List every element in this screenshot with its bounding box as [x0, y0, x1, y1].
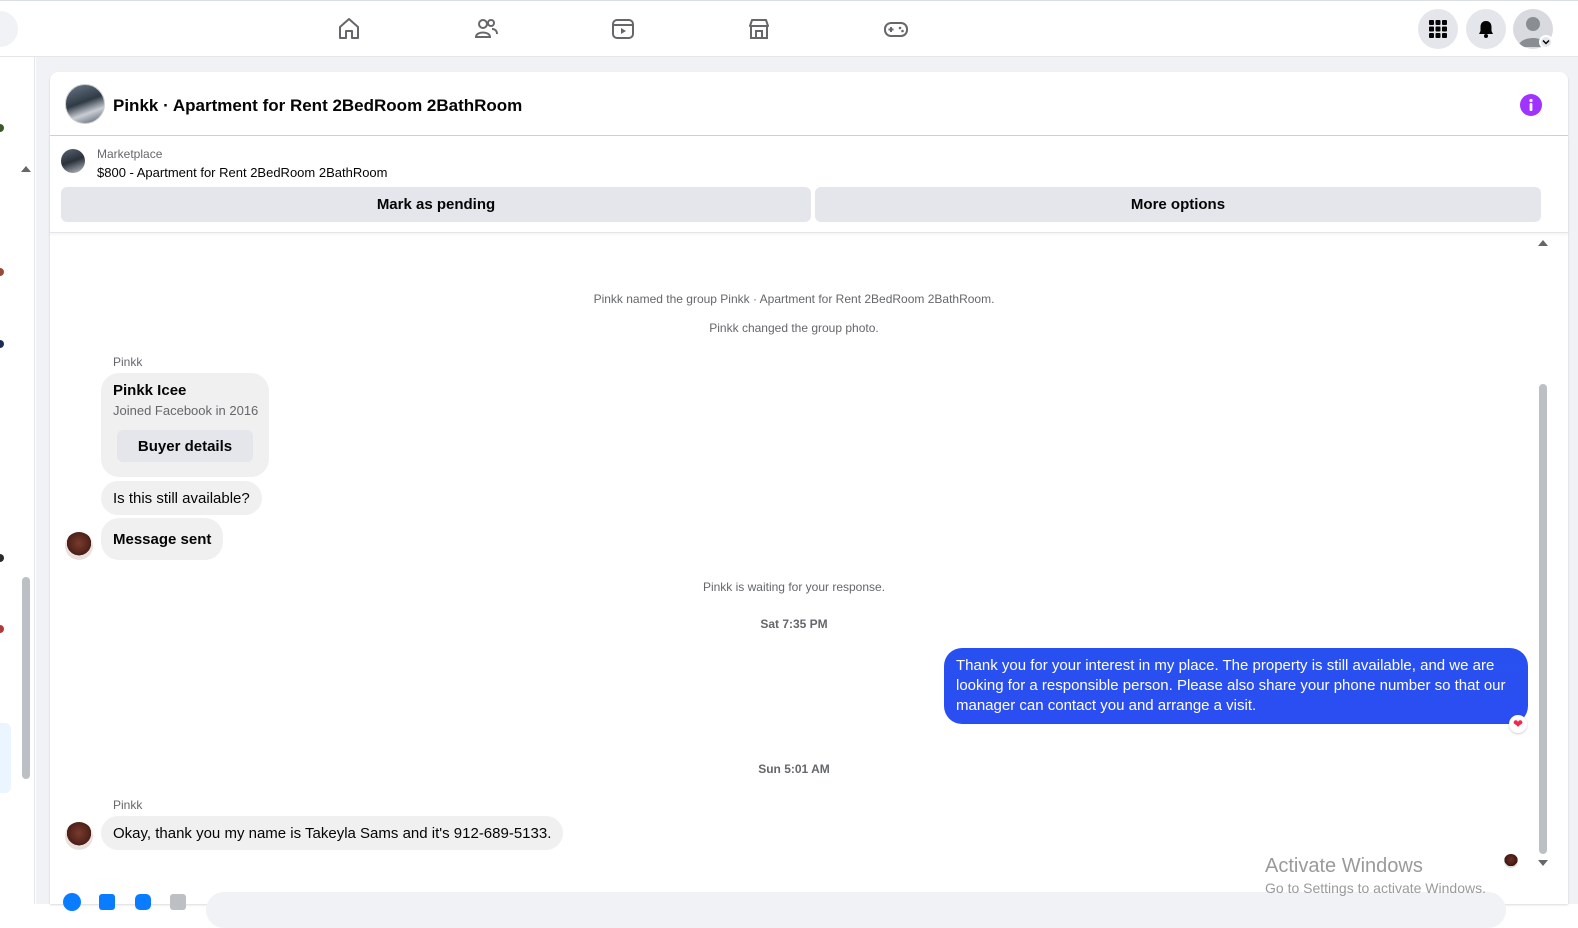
system-message: Pinkk changed the group photo. [709, 321, 879, 335]
chat-avatar[interactable] [0, 554, 4, 562]
gif-icon[interactable] [168, 892, 188, 912]
scroll-up-arrow-icon[interactable] [1538, 240, 1548, 246]
watermark-subtitle: Go to Settings to activate Windows. [1265, 880, 1486, 896]
buyer-name: Pinkk Icee [113, 382, 187, 399]
buyer-details-button[interactable]: Buyer details [117, 430, 253, 462]
group-photo[interactable] [65, 84, 105, 124]
rail-scroll-up-icon[interactable] [21, 166, 31, 172]
windows-activation-watermark: Activate Windows Go to Settings to activ… [1265, 855, 1486, 896]
top-navigation-bar [0, 0, 1578, 57]
waiting-notice: Pinkk is waiting for your response. [702, 580, 886, 594]
message-thread: Pinkk named the group Pinkk · Apartment … [50, 234, 1568, 904]
conversation-header: Pinkk · Apartment for Rent 2BedRoom 2Bat… [50, 72, 1568, 136]
timestamp: Sun 5:01 AM [758, 762, 830, 776]
thread-scrollbar-thumb[interactable] [1539, 384, 1547, 854]
incoming-message[interactable]: Is this still available? [101, 481, 262, 515]
sticker-icon[interactable] [133, 892, 153, 912]
more-options-button[interactable]: More options [815, 187, 1541, 222]
notifications-bell-icon[interactable] [1466, 9, 1506, 49]
plus-actions-icon[interactable] [62, 892, 82, 912]
marketplace-icon[interactable] [745, 15, 773, 43]
mark-as-pending-button[interactable]: Mark as pending [61, 187, 811, 222]
timestamp: Sat 7:35 PM [760, 617, 828, 631]
conversation-panel: Pinkk · Apartment for Rent 2BedRoom 2Bat… [50, 72, 1568, 928]
image-attach-icon[interactable] [97, 892, 117, 912]
buyer-joined-date: Joined Facebook in 2016 [113, 403, 259, 418]
message-input[interactable] [206, 892, 1506, 928]
incoming-message[interactable]: Okay, thank you my name is Takeyla Sams … [101, 816, 564, 850]
selected-chat-highlight [0, 723, 11, 793]
rail-scrollbar[interactable] [22, 577, 30, 779]
watermark-title: Activate Windows [1265, 855, 1423, 877]
incoming-message[interactable]: Message sent [101, 518, 224, 560]
marketplace-listing-banner: Marketplace $800 - Apartment for Rent 2B… [50, 137, 1568, 233]
gaming-icon[interactable] [882, 15, 910, 43]
chat-avatar[interactable] [0, 124, 4, 132]
sender-avatar[interactable] [65, 822, 93, 850]
menu-grid-icon[interactable] [1418, 9, 1458, 49]
heart-reaction-icon[interactable]: ❤ [1509, 715, 1527, 733]
listing-price-title[interactable]: $800 - Apartment for Rent 2BedRoom 2Bath… [97, 165, 388, 180]
message-sender-name: Pinkk [113, 798, 143, 812]
info-icon[interactable] [1520, 94, 1542, 116]
chat-avatar[interactable] [0, 625, 4, 633]
read-receipt-avatar [1504, 854, 1518, 868]
home-icon[interactable] [335, 15, 363, 43]
listing-source-label: Marketplace [97, 147, 163, 161]
sender-avatar[interactable] [65, 532, 93, 560]
account-menu-chevron-down-icon[interactable] [1539, 35, 1553, 49]
search-button[interactable] [0, 11, 18, 47]
scroll-down-arrow-icon[interactable] [1538, 860, 1548, 866]
chat-list-rail [0, 57, 35, 904]
buyer-profile-card: Pinkk Icee Joined Facebook in 2016 Buyer… [101, 373, 269, 477]
friends-icon[interactable] [472, 15, 500, 43]
video-icon[interactable] [609, 15, 637, 43]
chat-avatar[interactable] [0, 340, 4, 348]
message-sender-name: Pinkk [113, 355, 143, 369]
chat-avatar[interactable] [0, 268, 4, 276]
listing-thumbnail[interactable] [61, 149, 85, 173]
system-message: Pinkk named the group Pinkk · Apartment … [593, 292, 995, 306]
outgoing-message[interactable]: Thank you for your interest in my place.… [944, 648, 1528, 724]
conversation-title[interactable]: Pinkk · Apartment for Rent 2BedRoom 2Bat… [113, 96, 522, 116]
